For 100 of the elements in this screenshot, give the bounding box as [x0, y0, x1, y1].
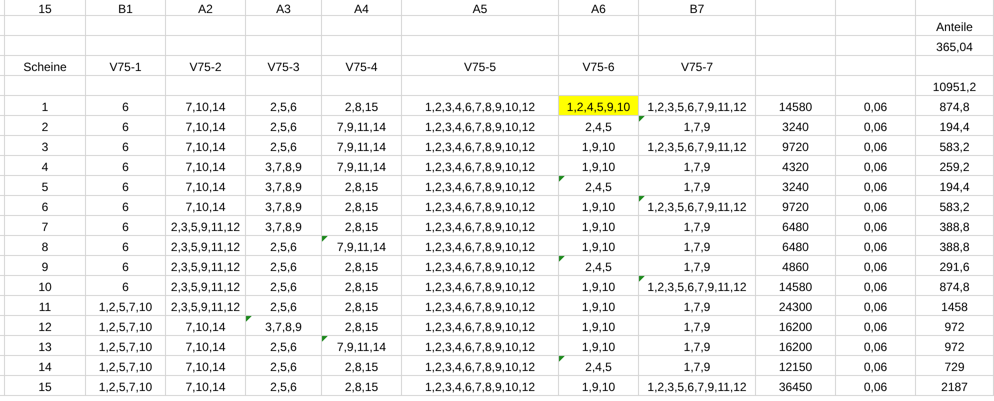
- table-cell: 1,2,5,7,10: [86, 376, 166, 396]
- table-cell: 388,8: [916, 236, 994, 256]
- table-cell: V75-7: [639, 56, 756, 76]
- table-cell: 1,7,9: [639, 296, 756, 316]
- table-cell: 1,7,9: [639, 236, 756, 256]
- table-cell: 1,2,3,5,6,7,9,11,12: [639, 196, 756, 216]
- table-cell: 0,06: [836, 316, 916, 336]
- table-cell: 1,2,3,4,6,7,8,9,10,12: [402, 296, 559, 316]
- table-cell: 2,8,15: [322, 216, 402, 236]
- table-cell: 7,10,14: [166, 336, 246, 356]
- table-cell: 7,9,11,14: [322, 336, 402, 356]
- table-cell: 0,06: [836, 196, 916, 216]
- table-cell: 2,8,15: [322, 296, 402, 316]
- table-cell: 1,2,3,4,6,7,8,9,10,12: [402, 156, 559, 176]
- table-cell: 1,2,3,5,6,7,9,11,12: [639, 136, 756, 156]
- table-cell: 2,8,15: [322, 376, 402, 396]
- table-cell: 2,5,6: [246, 116, 322, 136]
- table-cell: 1,7,9: [639, 116, 756, 136]
- table-cell: 2,4,5: [559, 116, 639, 136]
- table-cell: 6480: [756, 216, 836, 236]
- table-cell: 14580: [756, 96, 836, 116]
- table-cell: 7,10,14: [166, 356, 246, 376]
- table-cell: 2,4,5: [559, 256, 639, 276]
- table-cell: 6480: [756, 236, 836, 256]
- table-cell: 7,9,11,14: [322, 136, 402, 156]
- table-cell: V75-2: [166, 56, 246, 76]
- table-cell: 1,2,3,4,6,7,8,9,10,12: [402, 276, 559, 296]
- table-cell: 5: [5, 176, 86, 196]
- table-cell: 0,06: [836, 96, 916, 116]
- table-cell: 1,2,5,7,10: [86, 296, 166, 316]
- table-cell: 0,06: [836, 256, 916, 276]
- table-cell: 1,2,3,5,6,7,9,11,12: [639, 376, 756, 396]
- table-cell: 12150: [756, 356, 836, 376]
- table-cell: 11: [5, 296, 86, 316]
- table-cell: 2,5,6: [246, 336, 322, 356]
- table-cell: 1,2,3,4,6,7,8,9,10,12: [402, 336, 559, 356]
- table-cell: 1,7,9: [639, 156, 756, 176]
- table-cell: 0,06: [836, 216, 916, 236]
- table-cell: 16200: [756, 336, 836, 356]
- table-cell: 2,5,6: [246, 256, 322, 276]
- table-cell: B1: [86, 0, 166, 16]
- table-cell: 1,9,10: [559, 376, 639, 396]
- table-cell: V75-3: [246, 56, 322, 76]
- table-cell: 1458: [916, 296, 994, 316]
- table-cell: 3,7,8,9: [246, 316, 322, 336]
- table-cell: 1,2,3,4,6,7,8,9,10,12: [402, 356, 559, 376]
- table-cell: 291,6: [916, 256, 994, 276]
- table-cell: 2,3,5,9,11,12: [166, 296, 246, 316]
- table-cell: 10951,2: [916, 76, 994, 96]
- table-cell: 583,2: [916, 136, 994, 156]
- table-cell: 1,2,3,4,6,7,8,9,10,12: [402, 216, 559, 236]
- table-cell: 2,4,5: [559, 176, 639, 196]
- table-cell: 4320: [756, 156, 836, 176]
- table-cell: 0,06: [836, 376, 916, 396]
- table-cell: 1,7,9: [639, 316, 756, 336]
- table-cell: 2,3,5,9,11,12: [166, 256, 246, 276]
- table-cell: V75-1: [86, 56, 166, 76]
- table-cell: 2,5,6: [246, 356, 322, 376]
- table-cell: 1,2,3,4,6,7,8,9,10,12: [402, 196, 559, 216]
- table-cell: 874,8: [916, 276, 994, 296]
- table-cell: 7,10,14: [166, 136, 246, 156]
- table-cell: 24300: [756, 296, 836, 316]
- table-cell: 2,5,6: [246, 136, 322, 156]
- table-cell: 1,2,5,7,10: [86, 356, 166, 376]
- table-cell: 0,06: [836, 156, 916, 176]
- table-cell: 7,10,14: [166, 376, 246, 396]
- table-cell: 1,9,10: [559, 336, 639, 356]
- table-cell: 2,8,15: [322, 316, 402, 336]
- table-cell: 2,5,6: [246, 236, 322, 256]
- table-cell: 0,06: [836, 116, 916, 136]
- table-cell: 1,9,10: [559, 136, 639, 156]
- table-cell: 6: [86, 116, 166, 136]
- table-cell: 2187: [916, 376, 994, 396]
- table-cell: Scheine: [5, 56, 86, 76]
- table-cell: 365,04: [916, 36, 994, 56]
- table-cell: 7,9,11,14: [322, 236, 402, 256]
- table-cell: 1,2,3,4,6,7,8,9,10,12: [402, 96, 559, 116]
- table-cell: 2,5,6: [246, 96, 322, 116]
- table-cell: 388,8: [916, 216, 994, 236]
- table-cell: 0,06: [836, 236, 916, 256]
- table-cell: A3: [246, 0, 322, 16]
- table-cell: 4860: [756, 256, 836, 276]
- table-cell: 729: [916, 356, 994, 376]
- table-cell: 2,3,5,9,11,12: [166, 236, 246, 256]
- table-cell: 3,7,8,9: [246, 216, 322, 236]
- table-cell: 1,2,3,4,6,7,8,9,10,12: [402, 136, 559, 156]
- table-cell: 2,8,15: [322, 96, 402, 116]
- table-cell: 1,2,3,4,6,7,8,9,10,12: [402, 116, 559, 136]
- table-cell: 0,06: [836, 296, 916, 316]
- table-cell: 6: [5, 196, 86, 216]
- table-cell: 3,7,8,9: [246, 196, 322, 216]
- table-cell: 10: [5, 276, 86, 296]
- table-cell: 6: [86, 256, 166, 276]
- table-cell: 1,9,10: [559, 216, 639, 236]
- table-cell: 1,2,3,4,6,7,8,9,10,12: [402, 236, 559, 256]
- table-cell: 14580: [756, 276, 836, 296]
- table-cell: 6: [86, 156, 166, 176]
- table-cell: 1,7,9: [639, 256, 756, 276]
- table-cell: 2,5,6: [246, 376, 322, 396]
- table-cell: A5: [402, 0, 559, 16]
